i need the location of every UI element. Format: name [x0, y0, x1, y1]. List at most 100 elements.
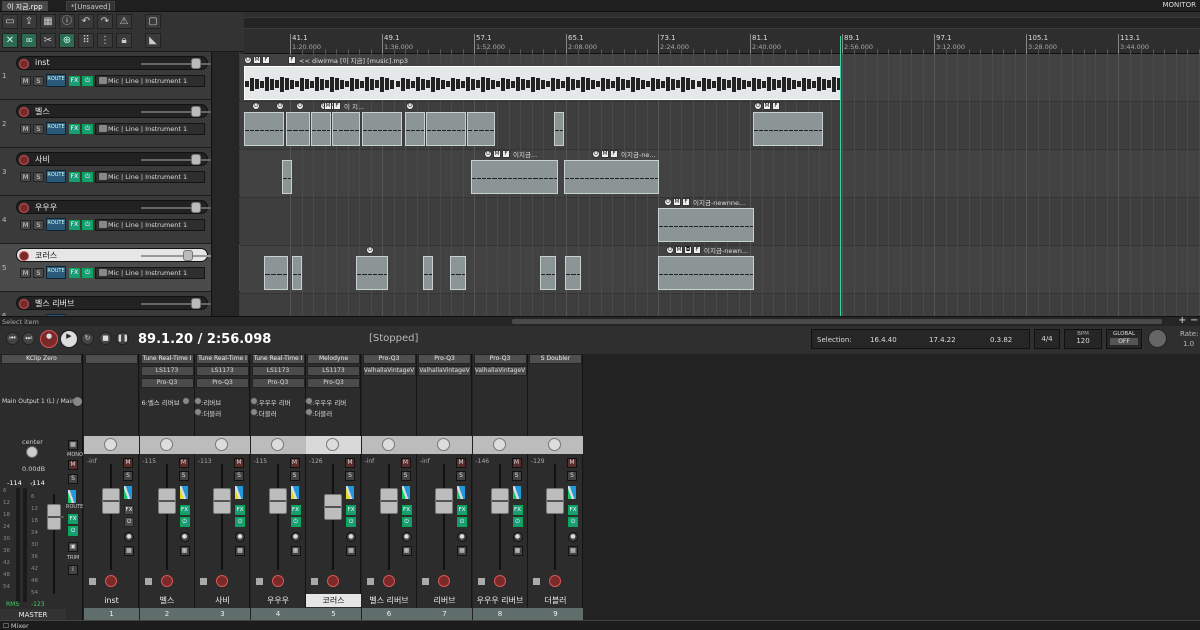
record-arm-icon[interactable] [382, 575, 395, 587]
master-volume[interactable]: 0.00dB [22, 465, 45, 473]
strip-name[interactable]: 우우우 리버브 [473, 594, 528, 607]
route-icon[interactable] [124, 486, 132, 499]
horizontal-scrollbar[interactable]: Select item + − [0, 315, 1200, 326]
selection-box[interactable]: Selection: 16.4.40 17.4.22 0.3.82 [811, 329, 1030, 349]
zoom-in-icon[interactable]: + [1178, 315, 1186, 326]
rate-value[interactable]: 1.0 [1183, 340, 1194, 348]
fx-slot[interactable]: LS1173 [196, 366, 249, 376]
media-item[interactable] [426, 112, 466, 146]
record-arm-icon[interactable] [19, 59, 29, 69]
item-mute-icon[interactable]: M [493, 149, 501, 158]
media-item[interactable] [292, 256, 302, 290]
media-item[interactable] [467, 112, 495, 146]
fx-slot[interactable]: Tune Real-Time I [140, 354, 194, 364]
mixer-strip-4[interactable]: Tune Real-Time I LS1173 Pro-Q3 8:우우우 리버 9:더… [249, 354, 306, 620]
route-button[interactable]: ROUTE [46, 74, 66, 87]
bpm-value[interactable]: 120 [1065, 337, 1101, 345]
media-item[interactable] [658, 208, 754, 242]
mixer-strip-8[interactable]: Pro-Q3 ValhallaVintageV -146 M S FX ⏻ ● ▦… [472, 354, 528, 620]
solo-button[interactable]: S [511, 471, 522, 481]
solo-button[interactable]: S [33, 268, 44, 278]
record-arm-icon[interactable] [19, 203, 29, 213]
mixer-strip-6[interactable]: Pro-Q3 ValhallaVintageV -inf M S FX ⏻ ● ▦… [361, 354, 417, 620]
monitor-icon[interactable] [89, 578, 96, 585]
fx-bypass-icon[interactable]: ⏻ [82, 268, 93, 278]
track-volume-slider[interactable] [141, 58, 219, 69]
item-mute-icon[interactable]: M [253, 55, 261, 64]
input-select[interactable]: Mic | Line | Instrument 1 [95, 171, 205, 183]
fx-slot[interactable]: ValhallaVintageV [473, 366, 527, 376]
strip-name[interactable]: 우우우 [251, 594, 306, 607]
volume-fader[interactable] [546, 488, 564, 514]
monitor-icon[interactable] [99, 125, 107, 132]
fx-button[interactable]: FX [69, 220, 80, 230]
item-envelope-icon[interactable]: ⏻ [252, 101, 260, 110]
selection-end[interactable]: 17.4.22 [929, 336, 956, 344]
phase-icon[interactable]: ▦ [512, 546, 523, 556]
fx-slot[interactable]: Pro-Q3 [196, 378, 249, 388]
send-knob[interactable] [194, 408, 202, 416]
track-name-field[interactable]: 사비 [16, 152, 219, 166]
route-button[interactable]: ROUTE [46, 218, 66, 231]
fx-slot[interactable]: Pro-Q3 [473, 354, 527, 364]
route-icon[interactable] [512, 486, 521, 499]
monitor-icon[interactable] [99, 221, 107, 228]
master-route[interactable]: ROUTE [66, 504, 83, 510]
phase-icon[interactable]: ▦ [124, 546, 134, 556]
record-arm-icon[interactable] [19, 107, 29, 117]
pan-knob[interactable] [492, 438, 506, 451]
media-item[interactable] [362, 112, 402, 146]
fx-slot[interactable] [85, 354, 138, 364]
record-arm-icon[interactable] [105, 575, 117, 587]
selection-start[interactable]: 16.4.40 [870, 336, 897, 344]
solo-button[interactable]: S [456, 471, 466, 481]
track-volume-slider[interactable] [141, 154, 219, 165]
monitor-icon[interactable] [255, 578, 263, 585]
send-label[interactable]: 8:우우우 리버 [308, 397, 346, 407]
track-name[interactable]: 벨스 리버브 [35, 298, 74, 309]
transport-position[interactable]: 89.1.20 / 2:56.098 [138, 332, 271, 347]
input-select[interactable]: Mic | Line | Instrument 1 [95, 123, 205, 135]
fx-bypass-icon[interactable]: ⏻ [457, 517, 467, 527]
lock-icon[interactable]: 🔒︎ [116, 33, 132, 48]
fx-button[interactable]: FX [512, 505, 523, 515]
record-button[interactable]: ● [40, 330, 58, 348]
mixer-strip-2[interactable]: Tune Real-Time I LS1173 Pro-Q3 6:벨스 리버브 -1… [139, 354, 195, 620]
solo-button[interactable]: S [33, 220, 44, 230]
mute-button[interactable]: M [20, 76, 31, 86]
fx-bypass-icon[interactable]: ⏻ [82, 76, 93, 86]
volume-fader[interactable] [157, 488, 176, 514]
mute-button[interactable]: M [289, 458, 300, 468]
record-arm-icon[interactable] [271, 575, 284, 587]
item-fx-icon[interactable]: F [772, 101, 780, 110]
track-5[interactable]: 5 코러스 M S ROUTE FX ⏻ Mic | Line | Instru… [0, 244, 240, 292]
send-knob[interactable] [249, 408, 258, 416]
media-item[interactable] [554, 112, 564, 146]
fx-slot[interactable]: Pro-Q3 [140, 378, 194, 388]
pan-knob[interactable] [326, 438, 339, 451]
fx-button[interactable]: FX [69, 124, 80, 134]
solo-button[interactable]: S [234, 471, 244, 481]
volume-slider-handle[interactable] [191, 106, 201, 117]
monitor-icon[interactable] [366, 578, 374, 585]
mute-button[interactable]: M [20, 172, 31, 182]
mute-button[interactable]: M [20, 268, 31, 278]
mixer-strip-7[interactable]: Pro-Q3 ValhallaVintageV -inf M S FX ⏻ ● ▦… [417, 354, 472, 620]
send-knob[interactable] [305, 408, 313, 416]
route-icon[interactable] [457, 486, 465, 499]
record-input-icon[interactable]: ● [568, 532, 578, 542]
pan-knob[interactable] [104, 438, 117, 451]
envelope-icon[interactable]: ◣ [145, 33, 161, 48]
volume-fader[interactable] [379, 488, 398, 514]
fx-slot[interactable]: S Doubler [529, 354, 582, 364]
track-lane[interactable] [240, 294, 1200, 316]
media-item[interactable] [423, 256, 433, 290]
solo-button[interactable]: S [33, 124, 44, 134]
master-fader[interactable] [47, 504, 64, 530]
zoom-out-icon[interactable]: − [1190, 315, 1198, 326]
master-fx-bypass-icon[interactable]: ⏻ [68, 526, 78, 536]
send-label[interactable]: 8:우우우 리버 [253, 397, 291, 407]
mute-button[interactable]: M [567, 458, 577, 468]
phase-icon[interactable]: ▦ [401, 546, 412, 556]
mute-button[interactable]: M [20, 220, 31, 230]
